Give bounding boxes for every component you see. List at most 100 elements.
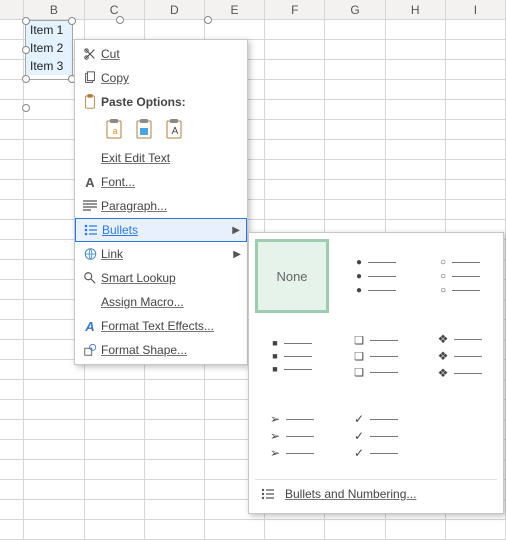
cell[interactable] [24,380,84,400]
menu-format-text-effects[interactable]: A Format Text Effects... [75,314,247,338]
menu-bullets[interactable]: Bullets ▶ [75,218,247,242]
cell[interactable] [446,180,506,200]
menu-exit-edit-text[interactable]: Exit Edit Text [75,146,247,170]
cell[interactable] [0,280,24,300]
paste-option-picture[interactable] [133,116,157,142]
resize-handle[interactable] [116,16,124,24]
bullet-option-arrow[interactable]: ➢ ➢ ➢ [255,399,329,473]
cell[interactable] [0,240,24,260]
cell[interactable] [85,500,145,520]
cell[interactable] [446,200,506,220]
cell[interactable] [0,180,24,200]
col-header[interactable]: E [205,0,265,20]
cell[interactable] [0,360,24,380]
cell[interactable] [265,40,325,60]
cell[interactable] [265,180,325,200]
cell[interactable] [265,100,325,120]
cell[interactable] [0,220,24,240]
cell[interactable] [386,200,446,220]
cell[interactable] [325,100,385,120]
cell[interactable] [265,140,325,160]
cell[interactable] [0,200,24,220]
cell[interactable] [0,40,24,60]
bullet-option-filled-square[interactable]: ■ ■ ■ [255,319,329,393]
col-header[interactable]: H [386,0,446,20]
cell[interactable] [205,20,265,40]
cell[interactable] [265,120,325,140]
cell[interactable] [265,80,325,100]
cell[interactable] [446,140,506,160]
cell[interactable] [0,320,24,340]
menu-paragraph[interactable]: Paragraph... [75,194,247,218]
cell[interactable] [85,440,145,460]
menu-assign-macro[interactable]: Assign Macro... [75,290,247,314]
cell[interactable] [446,120,506,140]
paste-option-text-only[interactable]: A [163,116,187,142]
cell[interactable] [325,200,385,220]
cell[interactable] [0,380,24,400]
cell[interactable] [85,380,145,400]
cell[interactable] [85,480,145,500]
cell[interactable] [325,60,385,80]
cell[interactable] [0,260,24,280]
cell[interactable] [0,300,24,320]
menu-link[interactable]: Link ▶ [75,242,247,266]
cell[interactable] [0,60,24,80]
cell[interactable] [446,40,506,60]
cell[interactable] [145,440,205,460]
cell[interactable] [145,20,205,40]
col-header[interactable]: D [145,0,205,20]
cell[interactable] [0,440,24,460]
cell[interactable] [265,200,325,220]
cell[interactable] [386,120,446,140]
cell[interactable] [386,20,446,40]
cell[interactable] [145,420,205,440]
cell[interactable] [325,120,385,140]
resize-handle[interactable] [22,17,30,25]
cell[interactable] [325,40,385,60]
cell[interactable] [145,460,205,480]
cell[interactable] [325,140,385,160]
cell[interactable] [85,420,145,440]
cell[interactable] [24,520,84,540]
cell[interactable] [0,500,24,520]
cell[interactable] [386,40,446,60]
col-header[interactable]: G [325,0,385,20]
cell[interactable] [0,400,24,420]
cell[interactable] [386,60,446,80]
cell[interactable] [0,480,24,500]
cell[interactable] [24,460,84,480]
cell[interactable] [24,480,84,500]
col-header[interactable]: B [24,0,84,20]
cell[interactable] [85,520,145,540]
menu-copy[interactable]: Copy [75,66,247,90]
cell[interactable] [24,500,84,520]
cell[interactable] [0,120,24,140]
cell[interactable] [386,520,446,540]
cell[interactable] [145,480,205,500]
cell[interactable] [145,400,205,420]
resize-handle[interactable] [204,16,212,24]
col-header[interactable]: F [265,0,325,20]
cell[interactable] [446,20,506,40]
cell[interactable] [24,420,84,440]
cell[interactable] [0,140,24,160]
bullet-option-none[interactable]: None [255,239,329,313]
bullet-option-hollow-round[interactable]: ○ ○ ○ [423,239,497,313]
cell[interactable] [325,160,385,180]
cell[interactable] [265,20,325,40]
cell[interactable] [265,520,325,540]
bullet-option-hollow-square[interactable]: ❏ ❏ ❏ [339,319,413,393]
cell[interactable] [446,160,506,180]
cell[interactable] [205,520,265,540]
cell[interactable] [0,80,24,100]
resize-handle[interactable] [22,46,30,54]
cell[interactable] [446,60,506,80]
cell[interactable] [145,380,205,400]
cell[interactable] [265,60,325,80]
cell[interactable] [145,520,205,540]
cell[interactable] [145,500,205,520]
resize-handle[interactable] [22,104,30,112]
resize-handle[interactable] [22,75,30,83]
menu-smart-lookup[interactable]: Smart Lookup [75,266,247,290]
